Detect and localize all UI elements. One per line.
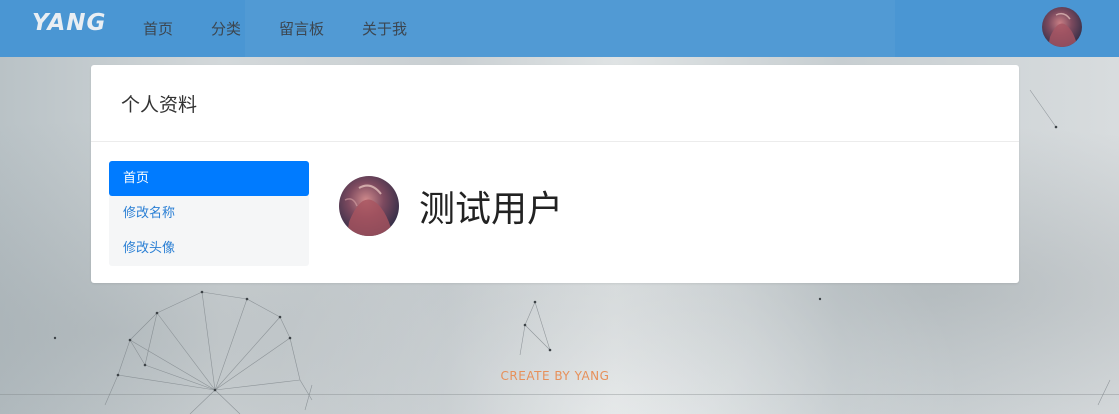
profile-card: 个人资料 首页 修改名称 修改头像 测试用户: [91, 65, 1019, 283]
nav-links: 首页 分类 留言板 关于我: [143, 0, 445, 57]
footer-credit: CREATE BY YANG: [500, 369, 610, 383]
nav-link-home[interactable]: 首页: [143, 18, 173, 39]
profile-avatar-icon: [339, 176, 399, 236]
nav-link-about[interactable]: 关于我: [362, 18, 407, 39]
menu-item-edit-name[interactable]: 修改名称: [109, 196, 309, 231]
nav-link-category[interactable]: 分类: [211, 18, 241, 39]
nav-link-message-board[interactable]: 留言板: [279, 18, 324, 39]
menu-item-edit-avatar[interactable]: 修改头像: [109, 231, 309, 266]
profile-username: 测试用户: [419, 189, 564, 230]
brand-logo[interactable]: YANG: [32, 10, 106, 36]
footer-divider: [0, 394, 1119, 395]
card-title: 个人资料: [91, 65, 1019, 142]
user-avatar-icon[interactable]: [1042, 7, 1082, 47]
side-menu: 首页 修改名称 修改头像: [109, 161, 309, 266]
menu-item-home[interactable]: 首页: [109, 161, 309, 196]
profile-summary: 测试用户: [339, 176, 563, 236]
top-navbar: YANG 首页 分类 留言板 关于我: [0, 0, 1119, 57]
